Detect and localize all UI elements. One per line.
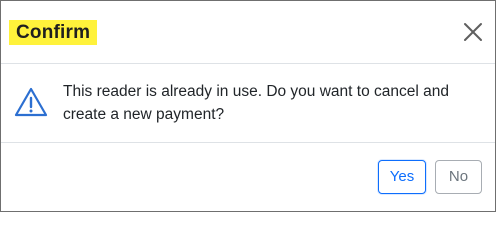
dialog-message: This reader is already in use. Do you wa… bbox=[63, 80, 483, 126]
close-icon bbox=[464, 23, 482, 41]
dialog-title: Confirm bbox=[9, 20, 98, 45]
dialog-header: Confirm bbox=[1, 1, 495, 64]
message-line-1: This reader is already in use. Do you wa… bbox=[63, 83, 449, 100]
yes-button[interactable]: Yes bbox=[378, 160, 426, 194]
no-button[interactable]: No bbox=[435, 160, 482, 194]
warning-triangle-icon bbox=[14, 87, 48, 117]
message-line-2: create a new payment? bbox=[63, 106, 225, 123]
confirm-dialog: Confirm This reader is already in use. D… bbox=[0, 0, 496, 212]
dialog-footer: Yes No bbox=[1, 143, 495, 211]
close-button[interactable] bbox=[459, 18, 487, 46]
dialog-body: This reader is already in use. Do you wa… bbox=[1, 64, 495, 143]
